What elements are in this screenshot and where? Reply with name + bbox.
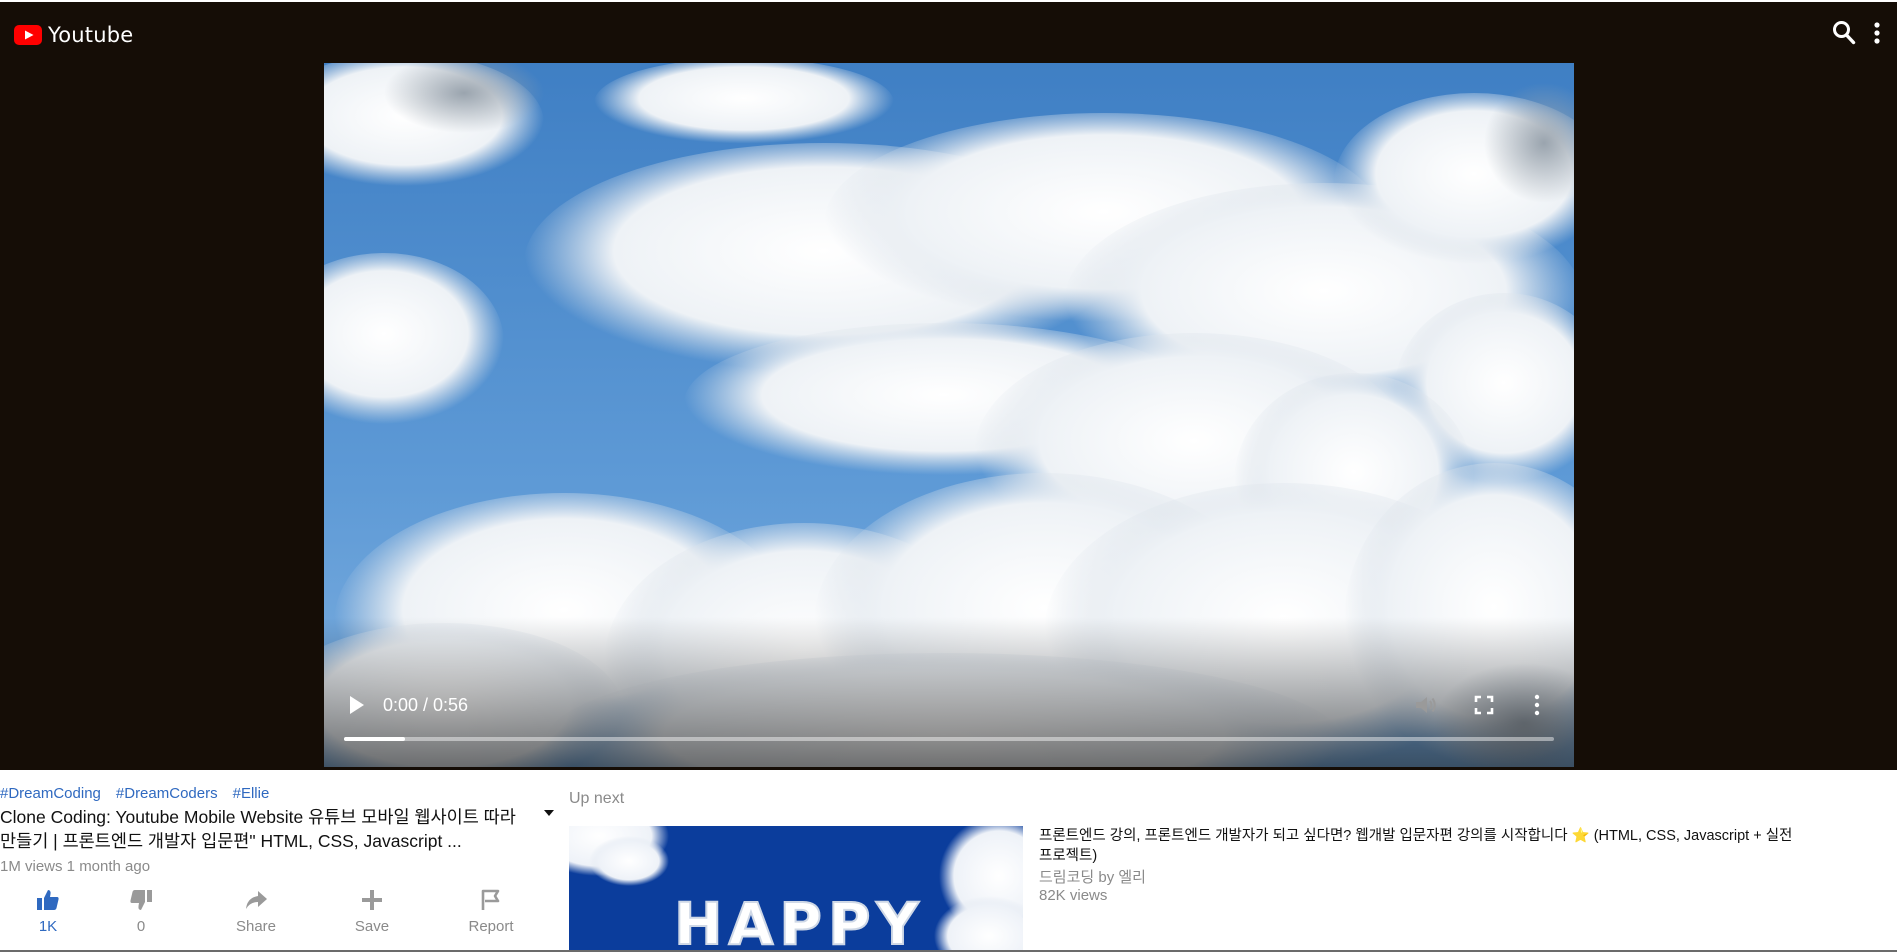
video-metadata: 1M views 1 month ago xyxy=(0,858,151,875)
youtube-logo-icon xyxy=(14,25,42,45)
play-icon[interactable] xyxy=(347,694,367,716)
share-icon xyxy=(246,891,267,909)
thumbs-down-icon xyxy=(130,890,152,910)
fullscreen-icon[interactable] xyxy=(1474,695,1494,715)
progress-bar[interactable] xyxy=(344,737,1554,741)
action-bar: 1K 0 Share Save Report xyxy=(0,888,560,948)
video-title: Clone Coding: Youtube Mobile Website 유튜브… xyxy=(0,807,516,851)
save-button[interactable]: Save xyxy=(332,888,412,948)
up-next-views: 82K views xyxy=(1039,887,1108,904)
up-next-channel[interactable]: 드림코딩 by 엘리 xyxy=(1039,866,1146,887)
like-button[interactable]: 1K xyxy=(8,888,88,948)
controls-overlay xyxy=(324,617,1574,767)
caret-down-icon[interactable] xyxy=(542,806,556,820)
up-next-heading: Up next xyxy=(569,790,625,807)
thumbnail-image: HAPPY xyxy=(569,826,1023,952)
search-icon[interactable] xyxy=(1832,20,1856,46)
logo[interactable]: Youtube xyxy=(14,20,133,50)
up-next-title[interactable]: 프론트엔드 강의, 프론트엔드 개발자가 되고 싶다면? 웹개발 입문자편 강의… xyxy=(1039,826,1799,866)
video-player[interactable]: 0:00 / 0:56 xyxy=(324,63,1574,767)
thumbnail-text: HAPPY xyxy=(674,890,924,952)
dislike-count: 0 xyxy=(136,918,146,935)
thumbs-up-icon xyxy=(37,890,59,910)
like-count: 1K xyxy=(38,918,58,935)
dislike-button[interactable]: 0 xyxy=(101,888,181,948)
share-label: Share xyxy=(235,918,277,935)
report-button[interactable]: Report xyxy=(451,888,531,948)
more-vertical-icon[interactable] xyxy=(1870,20,1884,48)
hashtag-list: #DreamCoding #DreamCoders #Ellie xyxy=(0,785,269,802)
save-label: Save xyxy=(354,918,390,935)
report-label: Report xyxy=(468,918,514,935)
share-button[interactable]: Share xyxy=(216,888,296,948)
plus-icon xyxy=(362,890,382,910)
flag-icon xyxy=(481,889,500,910)
up-next-thumbnail[interactable]: HAPPY xyxy=(569,826,1023,952)
brand-name: Youtube xyxy=(48,23,134,47)
progress-buffered xyxy=(344,737,405,741)
volume-icon[interactable] xyxy=(1414,694,1438,716)
hashtag-link[interactable]: #DreamCoding xyxy=(0,785,101,802)
hashtag-link[interactable]: #Ellie xyxy=(233,785,270,802)
playback-time: 0:00 / 0:56 xyxy=(383,695,469,715)
page-header: Youtube 0:00 / 0:56 xyxy=(0,2,1897,770)
hashtag-link[interactable]: #DreamCoders xyxy=(116,785,218,802)
more-vertical-icon[interactable] xyxy=(1532,694,1542,716)
